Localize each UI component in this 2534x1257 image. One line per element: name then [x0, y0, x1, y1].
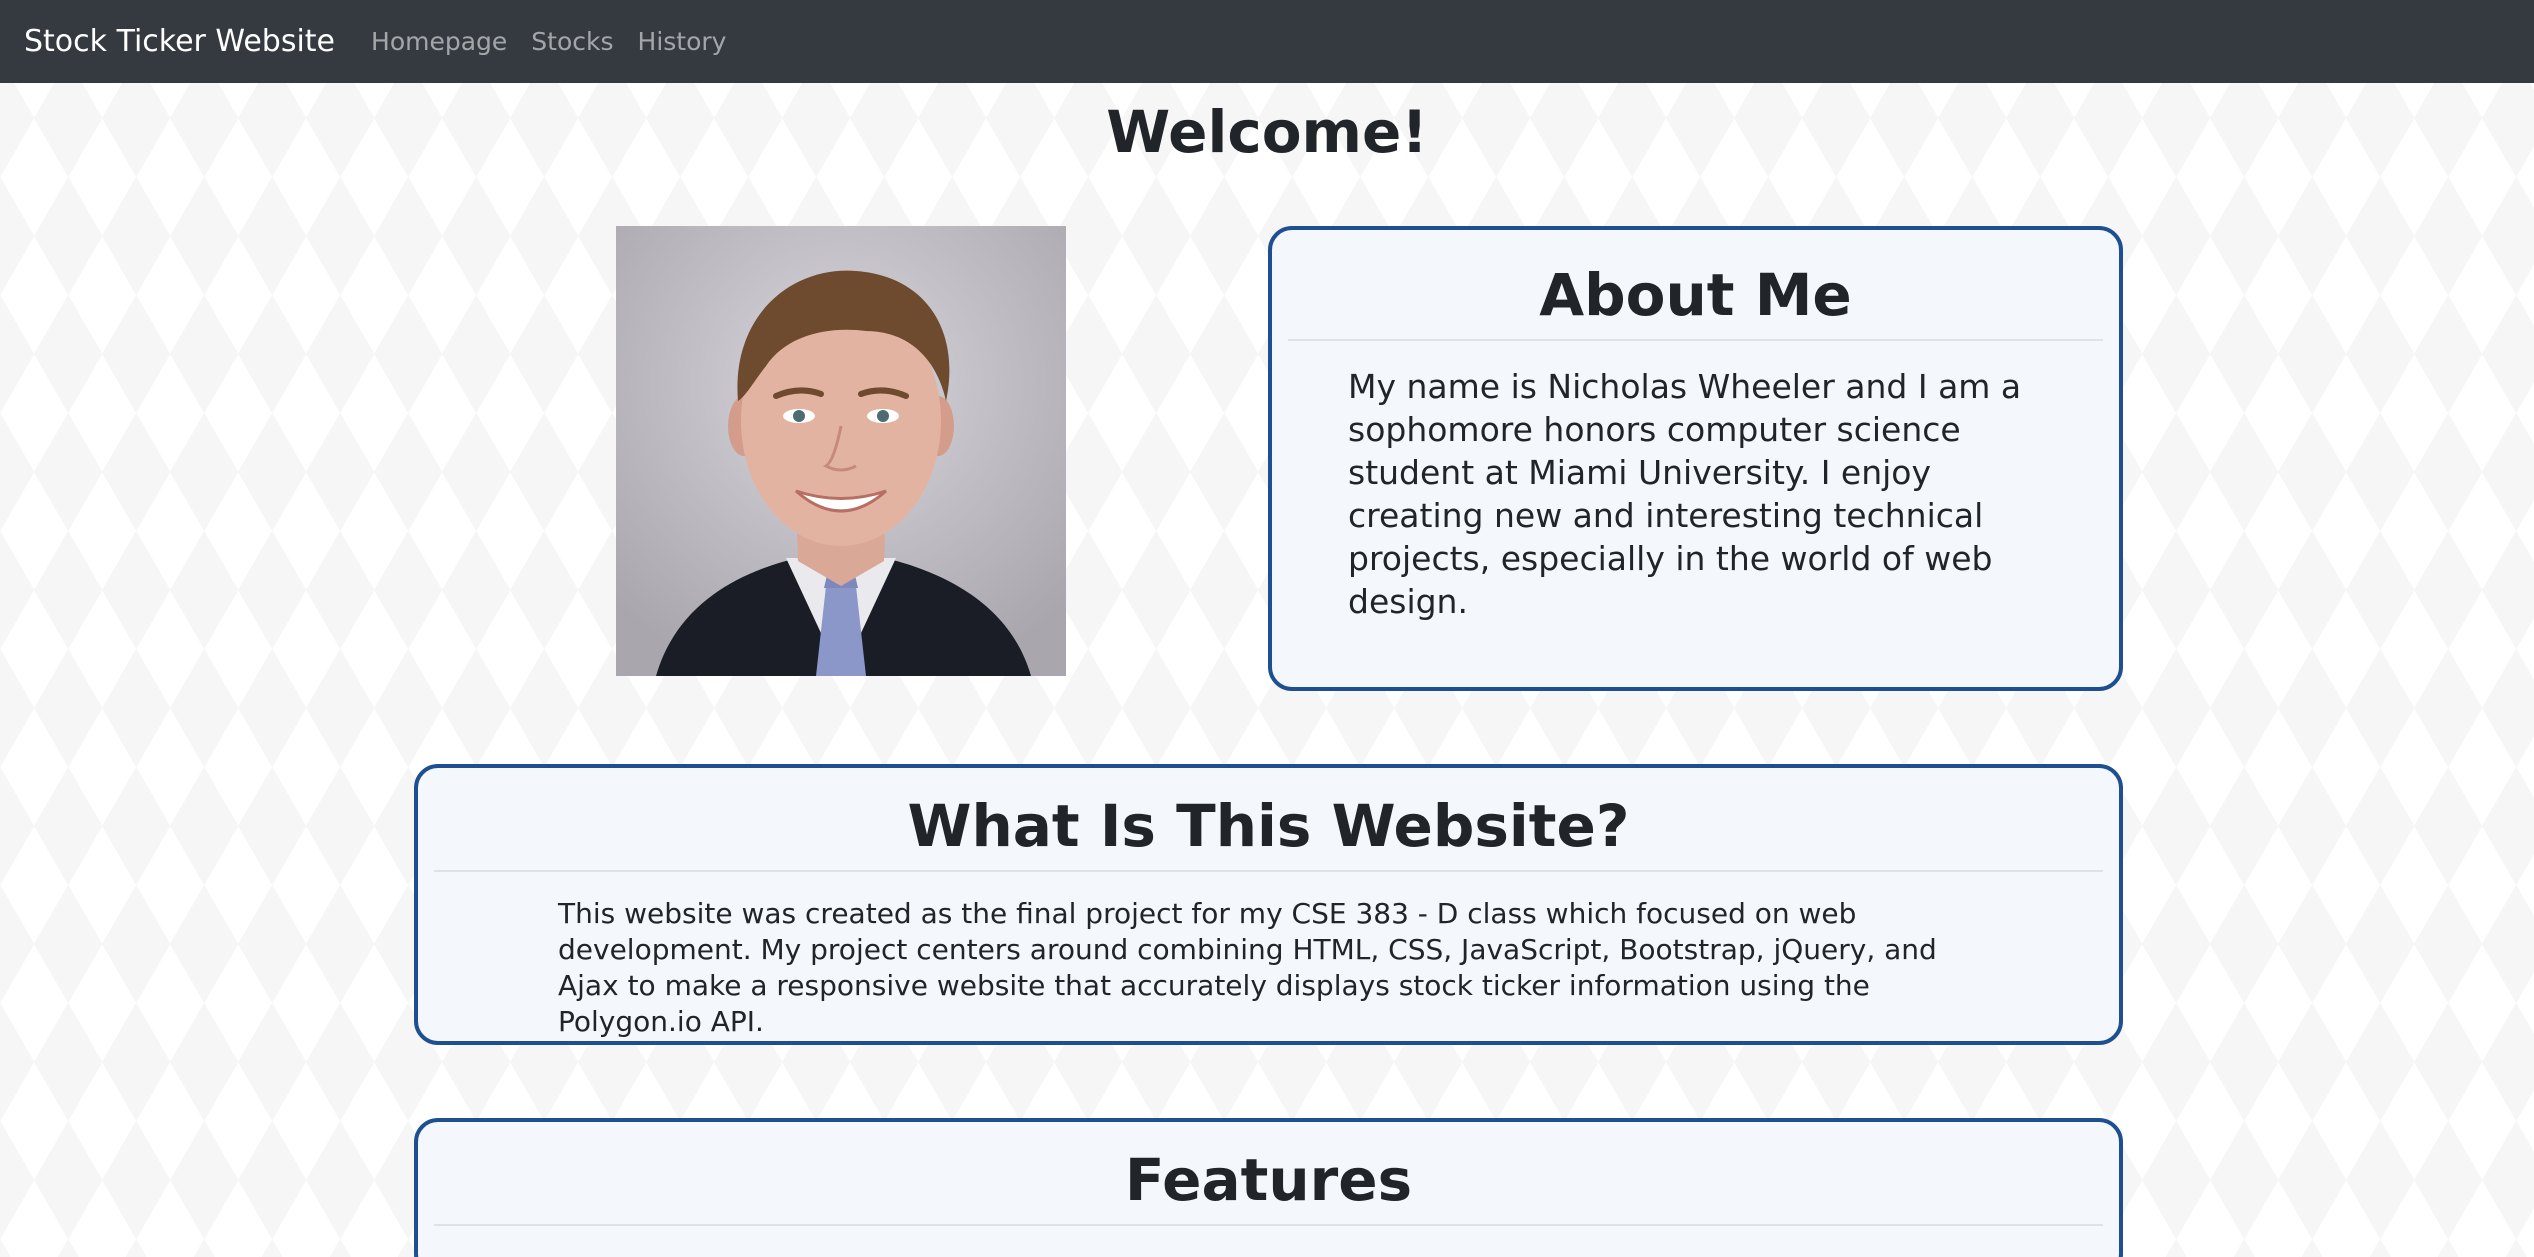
card-divider	[1288, 339, 2103, 341]
navbar: Stock Ticker Website Homepage Stocks His…	[0, 0, 2534, 83]
card-divider	[434, 870, 2103, 872]
about-me-title: About Me	[1539, 261, 1852, 329]
profile-photo	[616, 226, 1066, 676]
what-is-this-website-text: This website was created as the final pr…	[558, 897, 1937, 1038]
about-me-text: My name is Nicholas Wheeler and I am a s…	[1348, 367, 2022, 621]
navbar-brand[interactable]: Stock Ticker Website	[24, 24, 335, 59]
features-title: Features	[1124, 1146, 1413, 1214]
card-divider	[434, 1224, 2103, 1226]
what-is-this-website-card: What Is This Website? This website was c…	[414, 764, 2123, 1045]
page-title: Welcome!	[1106, 98, 1428, 166]
nav-link-homepage[interactable]: Homepage	[371, 27, 507, 56]
what-is-this-website-title: What Is This Website?	[907, 792, 1630, 860]
about-me-card: About Me My name is Nicholas Wheeler and…	[1268, 226, 2123, 691]
nav-link-stocks[interactable]: Stocks	[531, 27, 613, 56]
features-card: Features	[414, 1118, 2123, 1257]
nav-link-history[interactable]: History	[638, 27, 727, 56]
